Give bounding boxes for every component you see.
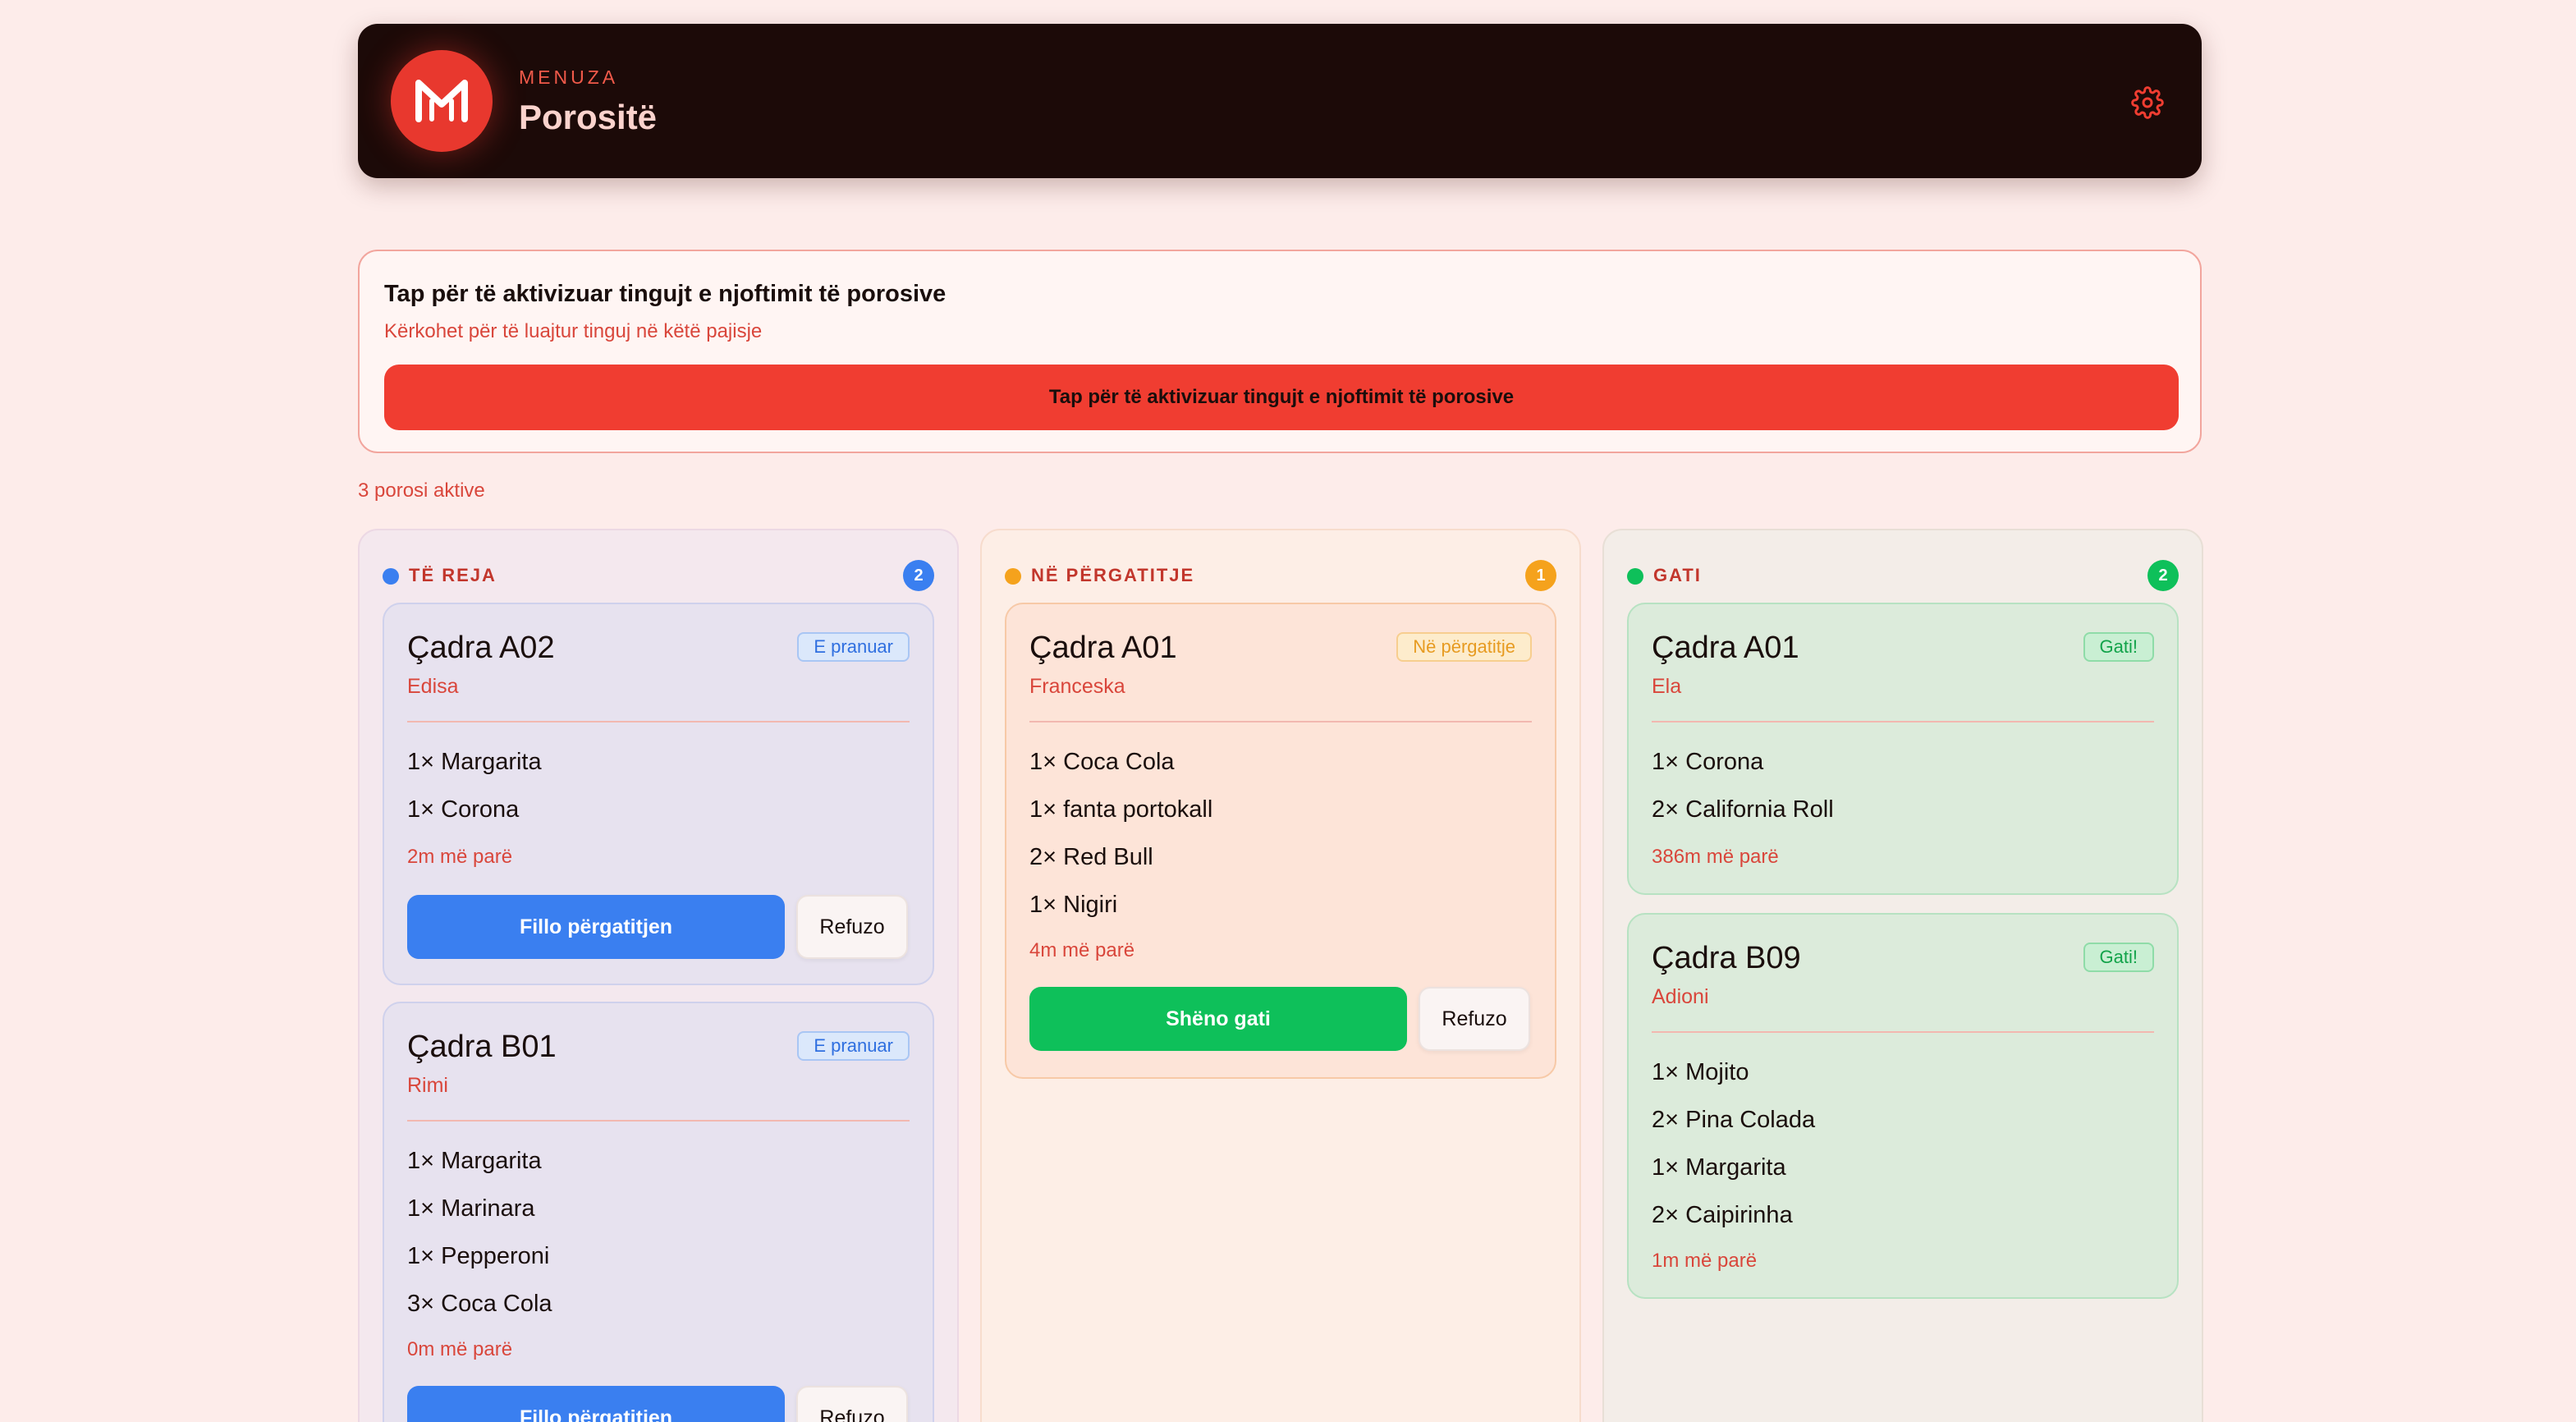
- order-card: Çadra A01 Franceska Në përgatitje 1× Coc…: [1005, 603, 1556, 1079]
- status-badge: Në përgatitje: [1396, 632, 1532, 662]
- order-time: 0m më parë: [407, 1338, 513, 1360]
- page-title: Porositë: [519, 98, 658, 136]
- logo-m-icon: [415, 80, 468, 122]
- order-customer: Franceska: [1029, 675, 1125, 698]
- order-table: Çadra B09: [1652, 941, 1801, 975]
- divider: [1652, 721, 2154, 722]
- order-item: 1× Corona: [1652, 749, 1764, 775]
- refuse-button[interactable]: Refuzo: [1419, 987, 1530, 1051]
- order-time: 1m më parë: [1652, 1250, 1758, 1272]
- status-dot-icon: [1005, 568, 1021, 585]
- mark-ready-button[interactable]: Shëno gati: [1029, 987, 1407, 1051]
- order-item: 1× Margarita: [407, 1148, 542, 1174]
- order-items: 1× Mojito 2× Pina Colada 1× Margarita 2×…: [1652, 1057, 1815, 1248]
- notice-title: Tap për të aktivizuar tingujt e njoftimi…: [384, 281, 947, 307]
- column-header: TË REJA 2: [383, 560, 934, 593]
- order-item: 1× Mojito: [1652, 1059, 1749, 1085]
- column-count-badge: 2: [903, 560, 934, 591]
- order-card: Çadra B01 Rimi E pranuar 1× Margarita 1×…: [383, 1002, 934, 1422]
- order-item: 1× Margarita: [407, 749, 542, 775]
- order-item: 2× California Roll: [1652, 796, 1834, 823]
- enable-sound-button[interactable]: Tap për të aktivizuar tingujt e njoftimi…: [384, 365, 2179, 430]
- order-customer: Rimi: [407, 1074, 448, 1097]
- order-items: 1× Corona 2× California Roll: [1652, 747, 1834, 842]
- column-count-badge: 2: [2147, 560, 2179, 591]
- order-item: 1× Pepperoni: [407, 1243, 550, 1269]
- settings-gear-icon[interactable]: [2131, 86, 2164, 119]
- order-item: 1× Coca Cola: [1029, 749, 1175, 775]
- order-card: Çadra A02 Edisa E pranuar 1× Margarita 1…: [383, 603, 934, 985]
- order-item: 3× Coca Cola: [407, 1291, 552, 1317]
- order-item: 1× Corona: [407, 796, 520, 823]
- order-customer: Edisa: [407, 675, 459, 698]
- column-title: TË REJA: [409, 565, 497, 585]
- order-item: 2× Pina Colada: [1652, 1107, 1816, 1133]
- column-header: NË PËRGATITJE 1: [1005, 560, 1556, 593]
- column-header: GATI 2: [1627, 560, 2179, 593]
- column-new: TË REJA 2 Çadra A02 Edisa E pranuar 1× M…: [358, 529, 959, 1422]
- order-item: 1× Marinara: [407, 1195, 535, 1222]
- status-dot-icon: [383, 568, 399, 585]
- order-time: 4m më parë: [1029, 939, 1135, 961]
- order-item: 2× Caipirinha: [1652, 1202, 1793, 1228]
- order-items: 1× Margarita 1× Corona: [407, 747, 542, 842]
- brand-label: MENUZA: [519, 67, 619, 88]
- column-preparing: NË PËRGATITJE 1 Çadra A01 Franceska Në p…: [980, 529, 1581, 1422]
- column-ready: GATI 2 Çadra A01 Ela Gati! 1× Corona 2× …: [1602, 529, 2203, 1422]
- sound-notice: Tap për të aktivizuar tingujt e njoftimi…: [358, 250, 2202, 453]
- order-time: 2m më parë: [407, 846, 513, 868]
- active-orders-count: 3 porosi aktive: [358, 479, 485, 502]
- status-badge: Gati!: [2083, 943, 2154, 972]
- order-item: 1× fanta portokall: [1029, 796, 1213, 823]
- refuse-button[interactable]: Refuzo: [796, 1386, 908, 1422]
- order-card: Çadra A01 Ela Gati! 1× Corona 2× Califor…: [1627, 603, 2179, 895]
- divider: [407, 1120, 910, 1122]
- order-item: 2× Red Bull: [1029, 844, 1153, 870]
- order-table: Çadra A01: [1652, 631, 1799, 665]
- order-items: 1× Coca Cola 1× fanta portokall 2× Red B…: [1029, 747, 1212, 938]
- order-customer: Ela: [1652, 675, 1682, 698]
- order-item: 1× Nigiri: [1029, 892, 1118, 918]
- column-count-badge: 1: [1525, 560, 1556, 591]
- order-customer: Adioni: [1652, 985, 1709, 1008]
- order-card: Çadra B09 Adioni Gati! 1× Mojito 2× Pina…: [1627, 913, 2179, 1299]
- divider: [407, 721, 910, 722]
- refuse-button[interactable]: Refuzo: [796, 895, 908, 959]
- notice-subtitle: Kërkohet për të luajtur tinguj në këtë p…: [384, 320, 763, 342]
- column-title: GATI: [1653, 565, 1702, 585]
- order-table: Çadra B01: [407, 1030, 557, 1064]
- status-badge: E pranuar: [797, 632, 910, 662]
- order-table: Çadra A01: [1029, 631, 1177, 665]
- divider: [1652, 1031, 2154, 1033]
- order-items: 1× Margarita 1× Marinara 1× Pepperoni 3×…: [407, 1146, 552, 1337]
- order-table: Çadra A02: [407, 631, 555, 665]
- menuza-logo: [391, 50, 493, 152]
- status-badge: E pranuar: [797, 1031, 910, 1061]
- column-title: NË PËRGATITJE: [1031, 565, 1195, 585]
- start-preparing-button[interactable]: Fillo përgatitjen: [407, 895, 785, 959]
- divider: [1029, 721, 1532, 722]
- order-time: 386m më parë: [1652, 846, 1779, 868]
- app-header: MENUZA Porositë: [358, 24, 2202, 178]
- status-badge: Gati!: [2083, 632, 2154, 662]
- start-preparing-button[interactable]: Fillo përgatitjen: [407, 1386, 785, 1422]
- order-item: 1× Margarita: [1652, 1154, 1786, 1181]
- status-dot-icon: [1627, 568, 1643, 585]
